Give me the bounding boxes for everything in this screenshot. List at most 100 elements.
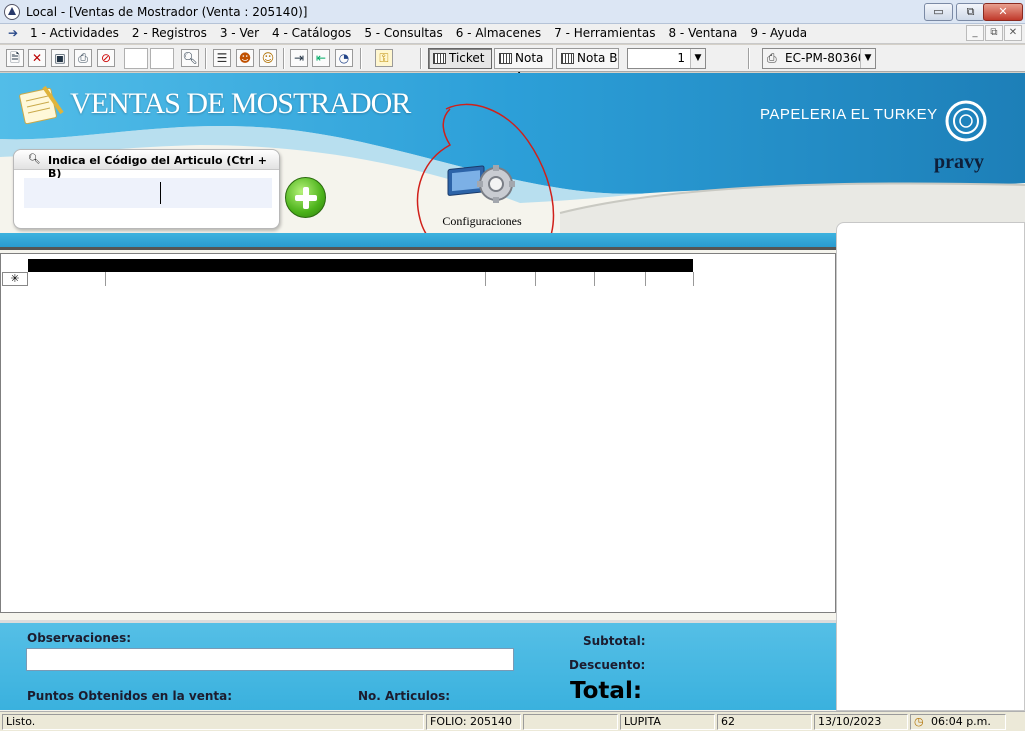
grid-column-header[interactable] (28, 259, 105, 272)
copies-value: 1 (677, 51, 685, 65)
close-button[interactable]: ✕ (983, 3, 1023, 21)
opravy-logo-icon (945, 100, 987, 142)
status-date: 13/10/2023 (814, 714, 908, 730)
customer-icon[interactable]: ☻ (236, 49, 254, 67)
product-search-panel: 🔍︎ Indica el Código del Articulo (Ctrl +… (13, 149, 280, 229)
window-title: Local - [Ventas de Mostrador (Venta : 20… (26, 5, 308, 19)
descuento-label: Descuento: (569, 658, 646, 672)
save-icon[interactable]: ▣ (51, 49, 69, 67)
child-close-button[interactable]: ✕ (1004, 25, 1022, 41)
menu-exit-icon[interactable]: ➔ (8, 26, 18, 40)
company-name: PAPELERIA EL TURKEY (760, 106, 938, 123)
grid-column-header[interactable] (535, 259, 594, 272)
grid-icon (433, 53, 446, 64)
grid-divider (645, 272, 646, 286)
menu-consultas[interactable]: 5 - Consultas (364, 26, 442, 40)
menu-catalogos[interactable]: 4 - Catálogos (272, 26, 351, 40)
nota-b-button[interactable]: Nota B (556, 48, 619, 69)
toolbar-blank-slot (150, 48, 174, 69)
find-icon[interactable]: 🔍︎ (181, 49, 199, 67)
child-minimize-button[interactable]: _ (966, 25, 984, 41)
menu-herramientas[interactable]: 7 - Herramientas (554, 26, 655, 40)
cancel-icon[interactable]: ⊘ (97, 49, 115, 67)
key-icon[interactable]: ⚿ (375, 49, 393, 67)
status-terminal: 62 (717, 714, 812, 730)
add-product-button[interactable] (285, 177, 326, 218)
search-icon: 🔍︎ (28, 154, 41, 165)
new-document-icon[interactable]: 🗎 (6, 49, 24, 67)
print-icon[interactable]: ⎙ (74, 49, 92, 67)
search-header: 🔍︎ Indica el Código del Articulo (Ctrl +… (14, 150, 279, 180)
chevron-down-icon[interactable]: ▼ (690, 49, 705, 68)
configuraciones-button[interactable]: Configuraciones (430, 161, 540, 229)
menu-ayuda[interactable]: 9 - Ayuda (750, 26, 807, 40)
child-restore-button[interactable]: ⧉ (985, 25, 1003, 41)
grid-column-header[interactable] (485, 259, 535, 272)
toolbar-separator (283, 48, 285, 69)
status-time: ◷ 06:04 p.m. (910, 714, 1006, 730)
delete-icon[interactable]: ✕ (28, 49, 46, 67)
status-folio: FOLIO: 205140 (426, 714, 521, 730)
menu-ventana[interactable]: 8 - Ventana (668, 26, 737, 40)
toolbar-separator (205, 48, 207, 69)
status-bar: Listo. FOLIO: 205140 LUPITA 62 13/10/202… (0, 711, 1025, 731)
totals-panel: Observaciones: Subtotal: Descuento: Tota… (0, 620, 836, 710)
toolbar-separator (360, 48, 362, 69)
grid-column-header[interactable] (645, 259, 693, 272)
chart-icon[interactable]: ◔ (335, 49, 353, 67)
grid-divider (594, 272, 595, 286)
banner: VENTAS DE MOSTRADOR PAPELERIA EL TURKEY … (0, 73, 1025, 233)
new-row-marker[interactable]: ✳ (2, 272, 28, 286)
status-user: LUPITA (620, 714, 715, 730)
export-icon[interactable]: ⇥ (290, 49, 308, 67)
toolbar-separator (420, 48, 422, 69)
articulos-label: No. Articulos: (358, 689, 451, 703)
grid-divider (485, 272, 486, 286)
import-icon[interactable]: ⇤ (312, 49, 330, 67)
menu-ver[interactable]: 3 - Ver (220, 26, 259, 40)
ticket-button[interactable]: Ticket (428, 48, 492, 69)
notepad-icon (19, 85, 64, 125)
nota-b-label: Nota B (577, 51, 618, 65)
sale-items-grid[interactable]: ✳ (0, 253, 836, 613)
grid-divider (105, 272, 106, 286)
observaciones-label: Observaciones: (27, 631, 132, 645)
settings-gear-icon (447, 165, 515, 203)
grid-corner (2, 259, 28, 272)
grid-title-bar (0, 233, 836, 250)
minimize-button[interactable]: ▭ (924, 3, 953, 21)
toolbar: 🗎 ✕ ▣ ⎙ ⊘ 🔍︎ ☰ ☻ ☺ ⇥ ⇤ ◔ ⚿ Ticket Nota A… (0, 45, 1025, 84)
nota-a-button[interactable]: Nota A (494, 48, 553, 84)
text-cursor (160, 182, 161, 204)
printer-icon: ⎙ (767, 51, 777, 65)
menu-registros[interactable]: 2 - Registros (132, 26, 207, 40)
subtotal-label: Subtotal: (583, 634, 646, 648)
brand-logo: pravy (934, 151, 984, 173)
menu-actividades[interactable]: 1 - Actividades (30, 26, 119, 40)
grid-icon (561, 53, 574, 64)
clock-icon: ◷ (914, 715, 924, 728)
status-time-value: 06:04 p.m. (931, 715, 991, 728)
observaciones-input[interactable] (26, 648, 514, 671)
menu-almacenes[interactable]: 6 - Almacenes (456, 26, 541, 40)
toolbar-separator (748, 48, 750, 69)
toolbar-blank-slot (124, 48, 148, 69)
product-code-input[interactable] (24, 178, 272, 208)
printer-value: EC-PM-80360 (785, 51, 866, 65)
printer-select[interactable]: ⎙ EC-PM-80360 ▼ (762, 48, 876, 69)
search-label: Indica el Código del Articulo (Ctrl + B) (48, 154, 267, 180)
copies-select[interactable]: 1 ▼ (627, 48, 706, 69)
configuraciones-label: Configuraciones (442, 214, 522, 228)
puntos-label: Puntos Obtenidos en la venta: (27, 689, 233, 703)
sales-window: VENTAS DE MOSTRADOR PAPELERIA EL TURKEY … (0, 73, 1025, 711)
grid-icon (499, 53, 512, 64)
grid-column-header[interactable] (105, 259, 485, 272)
user-icon[interactable]: ☺ (259, 49, 277, 67)
restore-button[interactable]: ⧉ (956, 3, 985, 21)
grid-divider (693, 272, 694, 286)
grid-column-header[interactable] (594, 259, 645, 272)
page-title: VENTAS DE MOSTRADOR (70, 87, 411, 120)
app-logo-icon (4, 4, 20, 20)
cashier-icon[interactable]: ☰ (213, 49, 231, 67)
chevron-down-icon[interactable]: ▼ (860, 49, 875, 68)
